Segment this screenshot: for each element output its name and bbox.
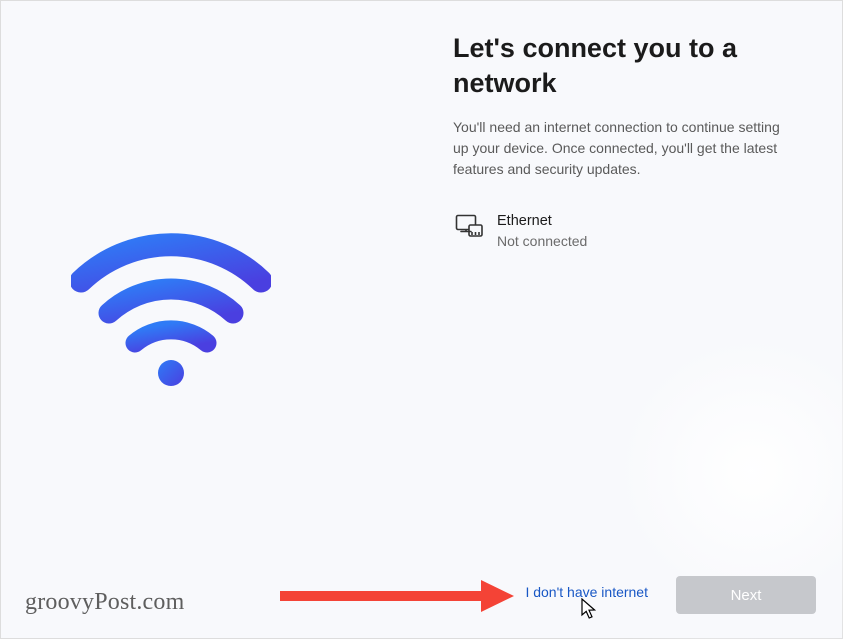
hero-illustration xyxy=(71,231,271,396)
network-item-ethernet[interactable]: Ethernet Not connected xyxy=(453,208,793,254)
footer-bar: groovyPost.com I don't have internet Nex… xyxy=(1,558,842,638)
network-name: Ethernet xyxy=(497,212,587,232)
wifi-icon xyxy=(71,231,271,391)
skip-internet-link[interactable]: I don't have internet xyxy=(523,580,650,604)
content-panel: Let's connect you to a network You'll ne… xyxy=(453,31,793,255)
network-status: Not connected xyxy=(497,232,587,251)
network-text: Ethernet Not connected xyxy=(497,212,587,250)
watermark-text: groovyPost.com xyxy=(25,589,184,616)
next-button[interactable]: Next xyxy=(676,576,816,614)
page-subtitle: You'll need an internet connection to co… xyxy=(453,117,793,180)
page-title: Let's connect you to a network xyxy=(453,31,793,101)
ethernet-icon xyxy=(455,214,483,240)
